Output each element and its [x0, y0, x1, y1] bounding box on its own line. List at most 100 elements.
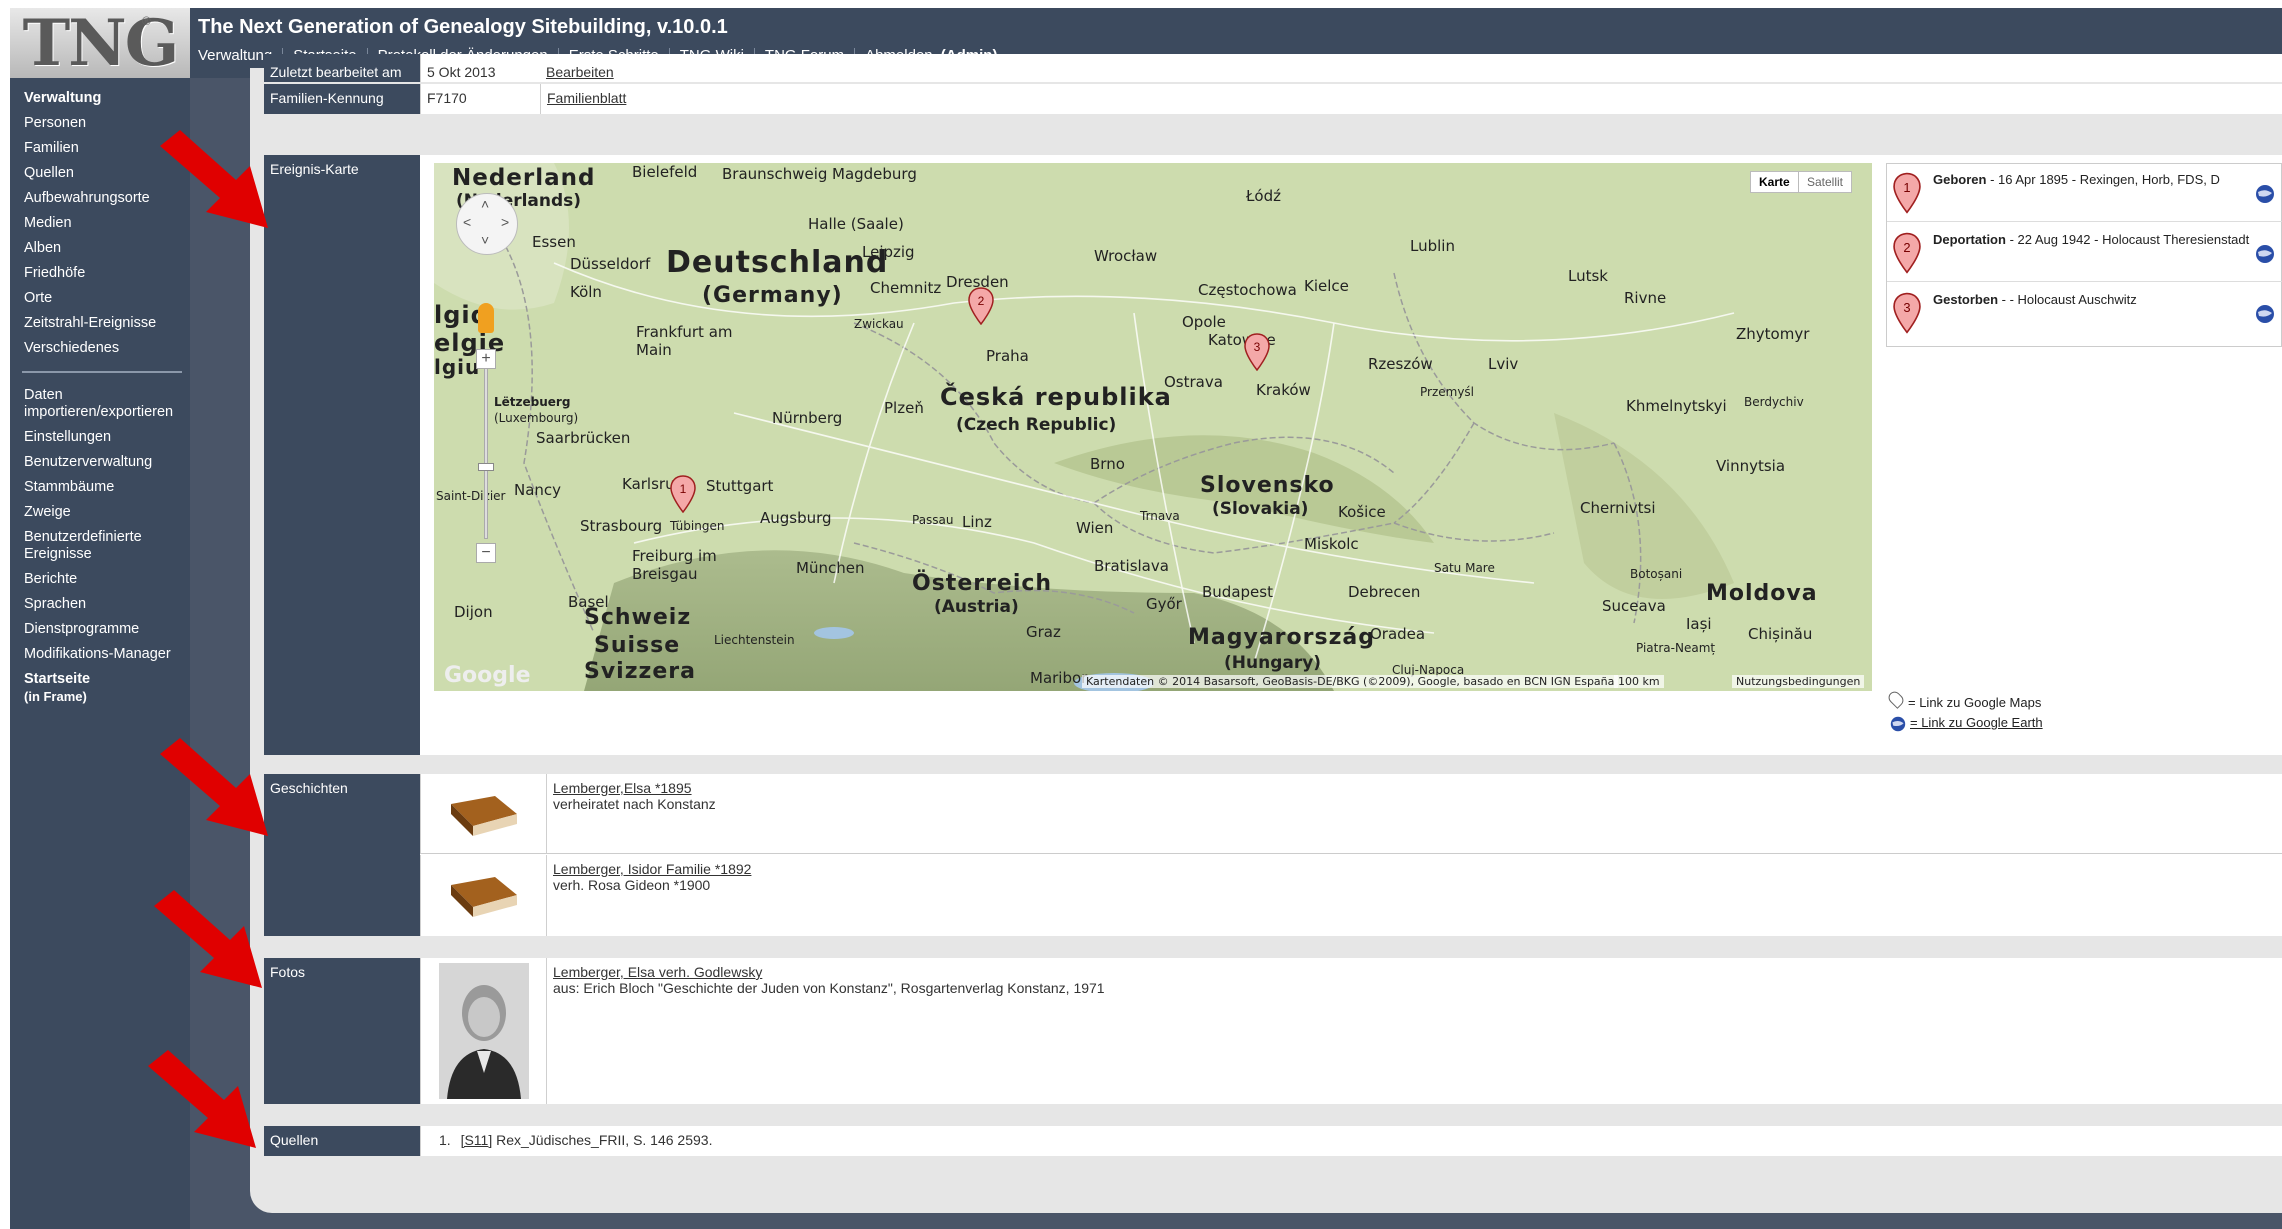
- map-label-austria: (Austria): [934, 597, 1019, 617]
- pegman-icon[interactable]: [478, 303, 494, 333]
- registered-mark: ®: [142, 14, 151, 28]
- map-city: Lviv: [1488, 355, 1519, 373]
- google-earth-icon[interactable]: [2255, 244, 2275, 264]
- map-city: Rivne: [1624, 289, 1667, 307]
- story-thumb-2[interactable]: [420, 855, 546, 936]
- event-type: Gestorben: [1933, 292, 1999, 307]
- sidebar-item-modifikations-manager[interactable]: Modifikations-Manager: [10, 642, 190, 667]
- sidebar-item-sprachen[interactable]: Sprachen: [10, 592, 190, 617]
- map-city: Miskolc: [1304, 535, 1359, 553]
- photo-info: Lemberger, Elsa verh. Godlewsky aus: Eri…: [546, 958, 2282, 1104]
- map-city: Wien: [1076, 519, 1114, 537]
- sidebar-item-einstellungen[interactable]: Einstellungen: [10, 425, 190, 450]
- last-modified-edit: Bearbeiten: [540, 54, 840, 82]
- map-city: Bielefeld: [632, 163, 698, 181]
- source-text: Rex_Jüdisches_FRII, S. 146 2593.: [492, 1132, 713, 1148]
- map-label-deutschland: Deutschland: [666, 245, 889, 280]
- family-sheet-cell: Familienblatt: [540, 84, 840, 114]
- legend-earth-text[interactable]: = Link zu Google Earth: [1910, 715, 2043, 730]
- label-photos: Fotos: [264, 958, 420, 1104]
- label-last-modified: Zuletzt bearbeitet am: [264, 54, 420, 82]
- map-type-satellit-button[interactable]: Satellit: [1798, 171, 1853, 193]
- story-thumb-1[interactable]: [420, 774, 546, 854]
- sidebar-item-orte[interactable]: Orte: [10, 286, 190, 311]
- zoom-out-icon[interactable]: −: [476, 543, 496, 563]
- photo-thumb-cell[interactable]: [420, 958, 546, 1104]
- map-city: Maribor: [1030, 669, 1088, 687]
- map-city: Łódź: [1246, 187, 1282, 205]
- event-map[interactable]: Nederland (Nederlands) Deutschland (Germ…: [434, 163, 1872, 691]
- google-earth-icon[interactable]: [2255, 304, 2275, 324]
- map-terms-link[interactable]: Nutzungsbedingungen: [1732, 675, 1865, 688]
- map-pin-3[interactable]: 3: [1244, 333, 1270, 371]
- source-link[interactable]: [S11]: [461, 1132, 493, 1148]
- events-list: 1 Geboren - 16 Apr 1895 - Rexingen, Horb…: [1886, 163, 2282, 347]
- legend-maps-text: = Link zu Google Maps: [1908, 695, 2042, 710]
- story-1-link[interactable]: Lemberger,Elsa *1895: [553, 780, 692, 796]
- zoom-slider[interactable]: [484, 359, 488, 539]
- map-city: München: [796, 559, 865, 577]
- event-pin-3-icon[interactable]: 3: [1893, 292, 1921, 334]
- map-city: Praha: [986, 347, 1029, 365]
- map-city: Győr: [1146, 595, 1182, 613]
- map-label-luxembourg: (Luxembourg): [494, 411, 579, 425]
- sidebar-item-zweige[interactable]: Zweige: [10, 500, 190, 525]
- map-label-suisse: Suisse: [594, 633, 681, 658]
- source-number: 1.: [439, 1132, 451, 1148]
- map-type-karte-button[interactable]: Karte: [1750, 171, 1798, 193]
- map-city: Chișinău: [1748, 625, 1813, 643]
- event-pin-number: 2: [1903, 240, 1910, 255]
- red-arrow-icon: [148, 1050, 256, 1148]
- sidebar-item-verschiedenes[interactable]: Verschiedenes: [10, 336, 190, 361]
- zoom-thumb[interactable]: [478, 463, 494, 471]
- map-pin-1[interactable]: 1: [670, 475, 696, 513]
- event-row-geboren: 1 Geboren - 16 Apr 1895 - Rexingen, Horb…: [1887, 164, 2282, 222]
- sidebar-item-dienstprogramme[interactable]: Dienstprogramme: [10, 617, 190, 642]
- map-pan-control[interactable]: ˄ ˅ < >: [456, 193, 518, 255]
- sidebar-item-stammbaeume[interactable]: Stammbäume: [10, 475, 190, 500]
- story-2-desc: verh. Rosa Gideon *1900: [553, 877, 711, 893]
- edit-link[interactable]: Bearbeiten: [546, 64, 614, 80]
- map-city: Brno: [1090, 455, 1125, 473]
- sidebar-divider: [22, 371, 182, 373]
- sidebar-item-benutzerverwaltung[interactable]: Benutzerverwaltung: [10, 450, 190, 475]
- map-city: Plzeň: [884, 399, 924, 417]
- sidebar-item-daten[interactable]: Daten importieren/exportieren: [10, 383, 180, 425]
- map-city: Piatra-Neamț: [1636, 641, 1716, 655]
- map-scale: 100 km: [1614, 675, 1664, 688]
- event-text: Deportation - 22 Aug 1942 - Holocaust Th…: [1933, 232, 2253, 247]
- map-city: Zhytomyr: [1736, 325, 1810, 343]
- zoom-in-icon[interactable]: +: [476, 349, 496, 369]
- map-city: Chemnitz: [870, 279, 942, 297]
- tng-logo[interactable]: TNG ®: [10, 6, 190, 81]
- photo-link[interactable]: Lemberger, Elsa verh. Godlewsky: [553, 964, 762, 980]
- label-stories: Geschichten: [264, 774, 420, 936]
- map-city: Nürnberg: [772, 409, 843, 427]
- row-last-modified: Zuletzt bearbeitet am 5 Okt 2013 Bearbei…: [264, 54, 2282, 82]
- sidebar-item-startseite[interactable]: Startseite: [10, 667, 190, 688]
- photo-desc: aus: Erich Bloch "Geschichte der Juden v…: [553, 980, 1105, 996]
- sidebar-item-alben[interactable]: Alben: [10, 236, 190, 261]
- sidebar-item-verwaltung[interactable]: Verwaltung: [10, 86, 190, 111]
- sidebar-item-zeitstrahl[interactable]: Zeitstrahl-Ereignisse: [10, 311, 190, 336]
- sidebar-item-berichte[interactable]: Berichte: [10, 567, 190, 592]
- event-pin-2-icon[interactable]: 2: [1893, 232, 1921, 274]
- map-city: Braunschweig: [722, 165, 828, 183]
- legend-earth: = Link zu Google Earth: [1890, 715, 2043, 732]
- story-2-link[interactable]: Lemberger, Isidor Familie *1892: [553, 861, 751, 877]
- sidebar-item-friedhoefe[interactable]: Friedhöfe: [10, 261, 190, 286]
- pan-left-icon[interactable]: <: [463, 214, 471, 230]
- map-pin-2[interactable]: 2: [968, 287, 994, 325]
- map-city: Suceava: [1602, 597, 1666, 615]
- event-pin-1-icon[interactable]: 1: [1893, 172, 1921, 214]
- portrait-photo: [439, 963, 529, 1099]
- pan-right-icon[interactable]: >: [501, 214, 509, 230]
- map-city: Halle (Saale): [808, 215, 904, 233]
- story-1-desc: verheiratet nach Konstanz: [553, 796, 716, 812]
- sidebar-item-benutzerdefinierte[interactable]: Benutzerdefinierte Ereignisse: [10, 525, 170, 567]
- pan-up-icon[interactable]: ˄: [481, 196, 489, 212]
- family-sheet-link[interactable]: Familienblatt: [547, 90, 626, 106]
- google-earth-icon[interactable]: [2255, 184, 2275, 204]
- map-attribution: Kartendaten © 2014 Basarsoft, GeoBasis-D…: [1082, 675, 1619, 688]
- pan-down-icon[interactable]: ˅: [481, 232, 489, 248]
